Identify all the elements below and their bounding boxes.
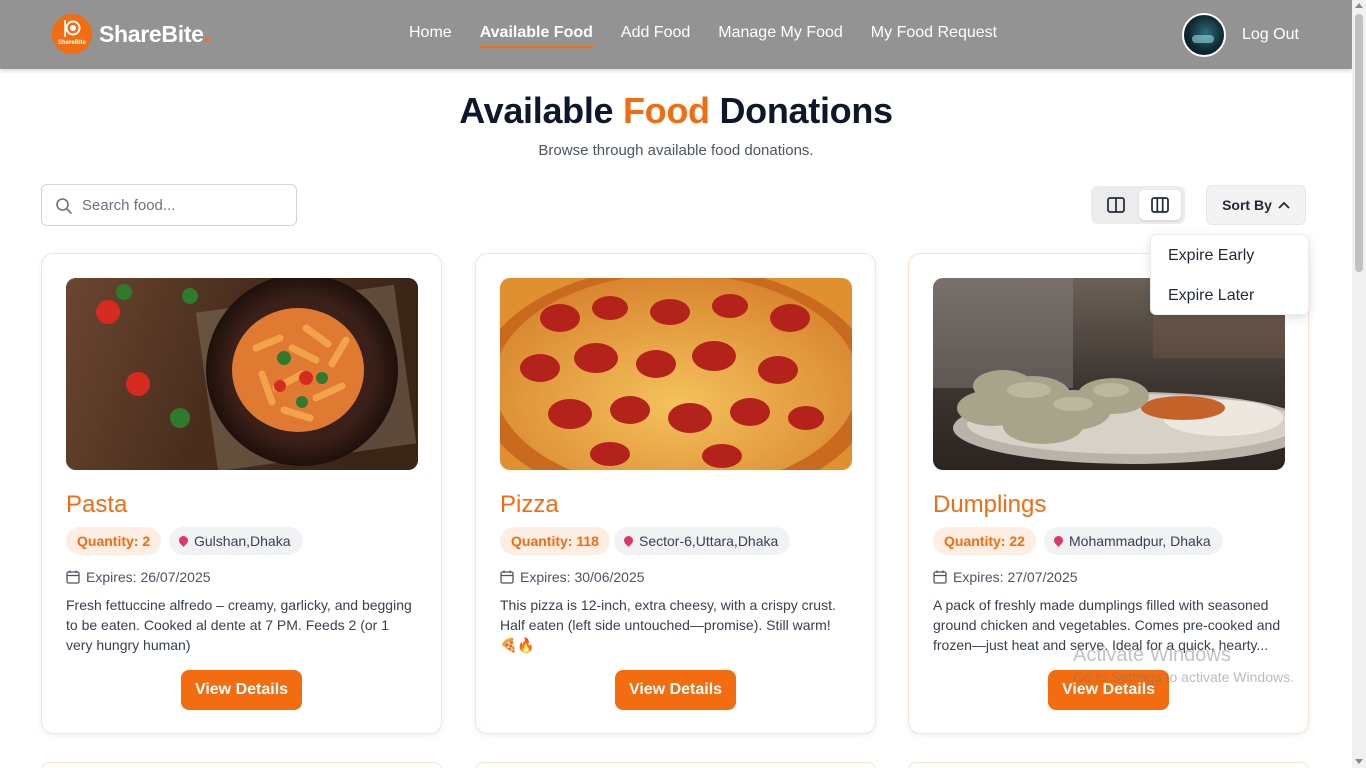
two-column-layout-button[interactable] [1095, 190, 1137, 220]
location-badge: Gulshan,Dhaka [169, 527, 303, 555]
location-badge: Mohammadpur, Dhaka [1044, 527, 1223, 555]
scroll-thumb[interactable] [1355, 14, 1363, 272]
nav-available-food[interactable]: Available Food [479, 24, 594, 48]
food-card-next-row [475, 762, 876, 768]
avatar[interactable] [1182, 13, 1226, 57]
calendar-icon [933, 570, 947, 584]
nav-home[interactable]: Home [409, 24, 452, 48]
location-text: Sector-6,Uttara,Dhaka [639, 533, 779, 549]
logo[interactable]: ShareBite ShareBite [52, 14, 209, 54]
food-name: Dumplings [933, 491, 1047, 518]
scroll-up-arrow-icon[interactable] [1355, 3, 1363, 8]
quantity-badge: Quantity: 22 [933, 527, 1036, 555]
expire-date: Expires: 27/07/2025 [933, 569, 1078, 585]
location-text: Mohammadpur, Dhaka [1069, 533, 1211, 549]
expire-text: Expires: 30/06/2025 [520, 569, 645, 585]
food-image-pizza [500, 278, 852, 470]
quantity-badge: Quantity: 2 [66, 527, 162, 555]
food-card-pasta: Pasta Quantity: 2 Gulshan,Dhaka Expires:… [41, 253, 442, 734]
page-title: Available Food Donations [459, 90, 893, 131]
view-details-button[interactable]: View Details [615, 670, 736, 710]
sort-dropdown-menu: Expire Early Expire Later [1150, 234, 1309, 315]
expire-date: Expires: 26/07/2025 [66, 569, 211, 585]
nav-manage-my-food[interactable]: Manage My Food [718, 24, 843, 48]
map-pin-icon [177, 533, 190, 547]
chevron-up-icon [1278, 201, 1290, 209]
expire-text: Expires: 26/07/2025 [86, 569, 211, 585]
quantity-badge: Quantity: 118 [500, 527, 610, 555]
map-pin-icon [622, 533, 635, 547]
three-column-icon [1151, 197, 1169, 213]
navbar: ShareBite ShareBite Home Available Food … [0, 0, 1352, 69]
three-column-layout-button[interactable] [1139, 190, 1181, 220]
nav-links: Home Available Food Add Food Manage My F… [409, 24, 997, 48]
map-pin-icon [1052, 533, 1065, 547]
food-card-next-row [908, 762, 1309, 768]
search-box[interactable] [41, 184, 297, 226]
sort-option-expire-early[interactable]: Expire Early [1168, 247, 1254, 265]
location-badge: Sector-6,Uttara,Dhaka [614, 527, 791, 555]
food-name: Pizza [500, 491, 559, 518]
expire-text: Expires: 27/07/2025 [953, 569, 1078, 585]
food-description: This pizza is 12-inch, extra cheesy, wit… [500, 597, 836, 653]
search-icon [56, 198, 72, 214]
food-card-pizza: Pizza Quantity: 118 Sector-6,Uttara,Dhak… [475, 253, 876, 734]
sort-by-button[interactable]: Sort By [1206, 185, 1306, 225]
sort-option-expire-later[interactable]: Expire Later [1168, 287, 1254, 305]
scroll-down-arrow-icon[interactable] [1355, 759, 1363, 764]
calendar-icon [500, 570, 514, 584]
food-description: Fresh fettuccine alfredo – creamy, garli… [66, 597, 412, 653]
calendar-icon [66, 570, 80, 584]
food-name: Pasta [66, 491, 128, 518]
logo-mini-text: ShareBite [57, 40, 86, 46]
brand-name: ShareBite [99, 21, 209, 48]
food-card-next-row [41, 762, 442, 768]
logout-button[interactable]: Log Out [1242, 26, 1299, 44]
windows-activation-subtext: Go to Settings to activate Windows. [1073, 669, 1294, 685]
nav-my-food-request[interactable]: My Food Request [871, 24, 997, 48]
logo-icon: ShareBite [52, 14, 92, 54]
page-subtitle: Browse through available food donations. [538, 142, 814, 159]
layout-toggle [1091, 186, 1185, 224]
expire-date: Expires: 30/06/2025 [500, 569, 645, 585]
search-input[interactable] [82, 195, 282, 215]
windows-activation-watermark: Activate Windows [1073, 644, 1231, 666]
sort-by-label: Sort By [1222, 197, 1272, 213]
scrollbar[interactable] [1352, 0, 1366, 768]
location-text: Gulshan,Dhaka [194, 533, 291, 549]
view-details-button[interactable]: View Details [181, 670, 302, 710]
two-column-icon [1107, 197, 1125, 213]
food-image-pasta [66, 278, 418, 470]
nav-add-food[interactable]: Add Food [621, 24, 690, 48]
